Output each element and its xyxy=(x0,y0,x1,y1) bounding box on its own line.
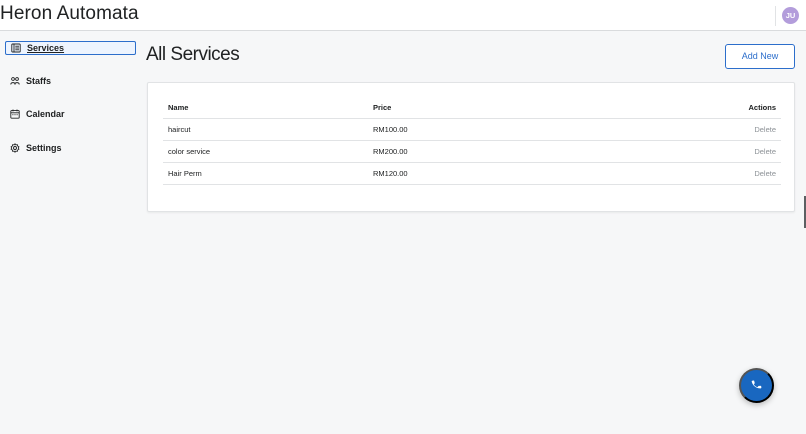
page-title: All Services xyxy=(146,44,240,65)
actions-cell: Delete xyxy=(580,118,781,141)
actions-cell: Delete xyxy=(580,140,781,163)
sidebar-item-settings[interactable]: Settings xyxy=(5,141,136,155)
delete-link[interactable]: Delete xyxy=(754,125,776,134)
calendar-icon xyxy=(10,109,20,119)
phone-icon xyxy=(750,378,763,394)
list-icon xyxy=(11,43,21,53)
add-new-button[interactable]: Add New xyxy=(725,44,795,69)
top-bar: Heron Automata JU xyxy=(0,0,806,31)
sidebar-item-label: Calendar xyxy=(26,109,65,119)
sidebar-item-staffs[interactable]: Staffs xyxy=(5,74,136,88)
service-price-cell: RM200.00 xyxy=(368,140,581,163)
service-name-cell: haircut xyxy=(163,118,368,141)
app-title: Heron Automata xyxy=(0,3,139,24)
service-name-cell: color service xyxy=(163,140,368,163)
call-fab-button[interactable] xyxy=(739,368,774,403)
column-header-price[interactable]: Price xyxy=(368,98,581,119)
delete-link[interactable]: Delete xyxy=(754,147,776,156)
service-price-cell: RM100.00 xyxy=(368,118,581,141)
people-icon xyxy=(10,76,20,86)
table-row[interactable]: Hair Perm RM120.00 Delete xyxy=(163,162,781,185)
sidebar-item-label: Services xyxy=(27,43,65,53)
gear-icon xyxy=(10,143,20,153)
sidebar-item-label: Staffs xyxy=(26,76,52,86)
column-header-actions: Actions xyxy=(580,98,781,119)
service-price-cell: RM120.00 xyxy=(368,162,581,185)
actions-cell: Delete xyxy=(580,162,781,185)
delete-link[interactable]: Delete xyxy=(754,169,776,178)
services-card: Name Price Actions haircut RM100.00 Dele… xyxy=(147,82,795,212)
topbar-divider xyxy=(775,6,776,26)
sidebar-item-label: Settings xyxy=(26,143,62,153)
column-header-name[interactable]: Name xyxy=(163,98,368,119)
table-row[interactable]: haircut RM100.00 Delete xyxy=(163,118,781,141)
service-name-cell: Hair Perm xyxy=(163,162,368,185)
sidebar-item-services[interactable]: Services xyxy=(5,41,136,55)
table-row[interactable]: color service RM200.00 Delete xyxy=(163,140,781,163)
sidebar-item-calendar[interactable]: Calendar xyxy=(5,107,136,121)
user-avatar[interactable]: JU xyxy=(782,7,799,24)
services-table: Name Price Actions haircut RM100.00 Dele… xyxy=(163,98,781,185)
table-header-row: Name Price Actions xyxy=(163,98,781,119)
